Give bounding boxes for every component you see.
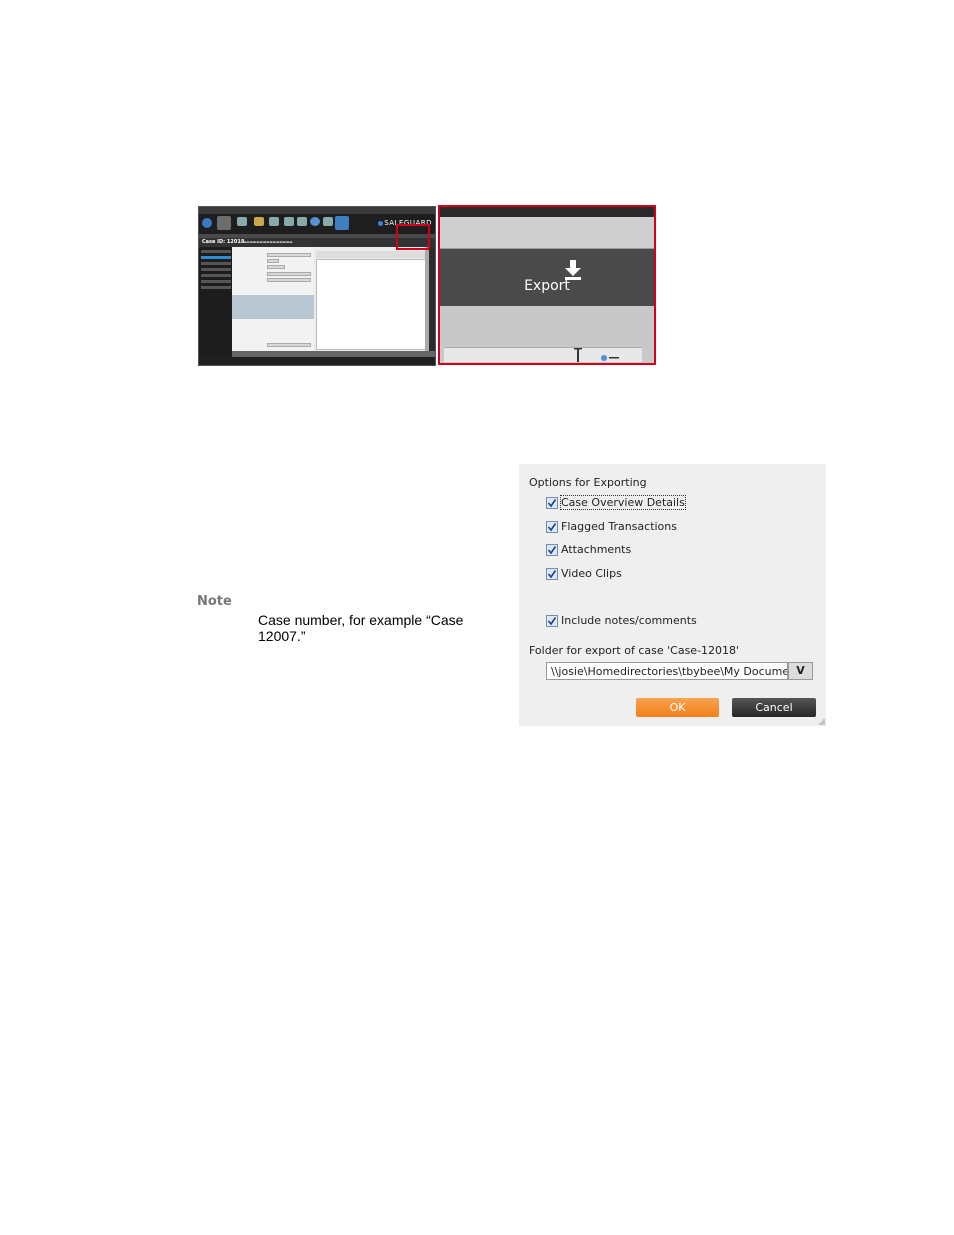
- app-employee-band: [232, 295, 314, 319]
- field: [267, 253, 311, 257]
- option-video-clips[interactable]: Video Clips: [546, 567, 622, 581]
- option-attachments[interactable]: Attachments: [546, 543, 631, 557]
- check-icon: [547, 499, 557, 508]
- export-highlight-box: [396, 224, 430, 250]
- home-icon: [217, 216, 231, 230]
- sidebar-item: [201, 250, 231, 253]
- case-id: Case ID: 12018: [202, 239, 245, 245]
- app-status-bar: [199, 357, 435, 365]
- checkbox-flagged-transactions[interactable]: [546, 521, 558, 533]
- option-label: Case Overview Details: [560, 495, 686, 510]
- option-include-notes[interactable]: Include notes/comments: [546, 614, 697, 628]
- zoom-lower-band: [440, 306, 654, 346]
- checkbox-include-notes[interactable]: [546, 615, 558, 627]
- browse-folder-button[interactable]: V: [788, 662, 813, 680]
- check-icon: [547, 523, 557, 532]
- check-icon: [547, 570, 557, 579]
- field: [267, 272, 311, 276]
- check-icon: [547, 617, 557, 626]
- option-flagged-transactions[interactable]: Flagged Transactions: [546, 520, 677, 534]
- cancel-button[interactable]: Cancel: [732, 698, 816, 717]
- app-titlebar: [199, 207, 435, 214]
- tool-icon: [323, 217, 333, 226]
- note-text: Case number, for example “Case 12007.”: [258, 612, 464, 644]
- field: [267, 278, 311, 282]
- case-title: ▬▬▬▬▬▬▬▬▬▬▬▬▬▬▬: [243, 240, 293, 244]
- folder-path-input[interactable]: \\josie\Homedirectories\tbybee\My Docume…: [546, 662, 788, 680]
- option-case-overview[interactable]: Case Overview Details: [546, 495, 686, 510]
- ok-button[interactable]: OK: [636, 698, 719, 717]
- checkbox-case-overview[interactable]: [546, 497, 558, 509]
- sidebar-item-active: [201, 256, 231, 259]
- app-edit-toolbar: [316, 251, 425, 258]
- dialog-title: Options for Exporting: [529, 476, 647, 489]
- help-icon: [310, 217, 320, 226]
- zoom-bottom-strip: [444, 347, 642, 362]
- app-scrollbar: [425, 247, 429, 351]
- checkbox-video-clips[interactable]: [546, 568, 558, 580]
- tool-icon: [284, 217, 294, 226]
- option-label: Video Clips: [561, 567, 622, 580]
- app-sidebar: [199, 247, 232, 357]
- active-tool-icon: [335, 216, 349, 230]
- export-options-dialog: Options for Exporting Case Overview Deta…: [519, 464, 826, 726]
- tool-icon: [254, 217, 264, 226]
- field: [267, 259, 279, 263]
- note-label: Note: [197, 594, 232, 609]
- export-zoom-panel: Export: [438, 205, 656, 365]
- cursor-icon: [574, 348, 619, 362]
- sidebar-item: [201, 262, 231, 265]
- option-label: Attachments: [561, 543, 632, 556]
- resize-grip-icon[interactable]: [818, 718, 825, 725]
- sidebar-item: [201, 286, 231, 289]
- chart-icon: [237, 217, 247, 226]
- zoom-light-band: [440, 217, 654, 249]
- tool-icon: [269, 217, 279, 226]
- checkbox-attachments[interactable]: [546, 544, 558, 556]
- field: [267, 343, 311, 347]
- zoom-top-bar: [440, 207, 654, 217]
- option-label: Include notes/comments: [561, 614, 697, 627]
- app-notes-area: [316, 259, 427, 350]
- sidebar-item: [201, 280, 231, 283]
- export-label: Export: [524, 278, 570, 294]
- app-logo-icon: [202, 218, 212, 228]
- sidebar-item: [201, 268, 231, 271]
- option-label: Flagged Transactions: [561, 520, 677, 533]
- tool-icon: [297, 217, 307, 226]
- field: [267, 265, 285, 269]
- folder-label: Folder for export of case 'Case-12018': [529, 644, 740, 657]
- sidebar-item: [201, 274, 231, 277]
- check-icon: [547, 546, 557, 555]
